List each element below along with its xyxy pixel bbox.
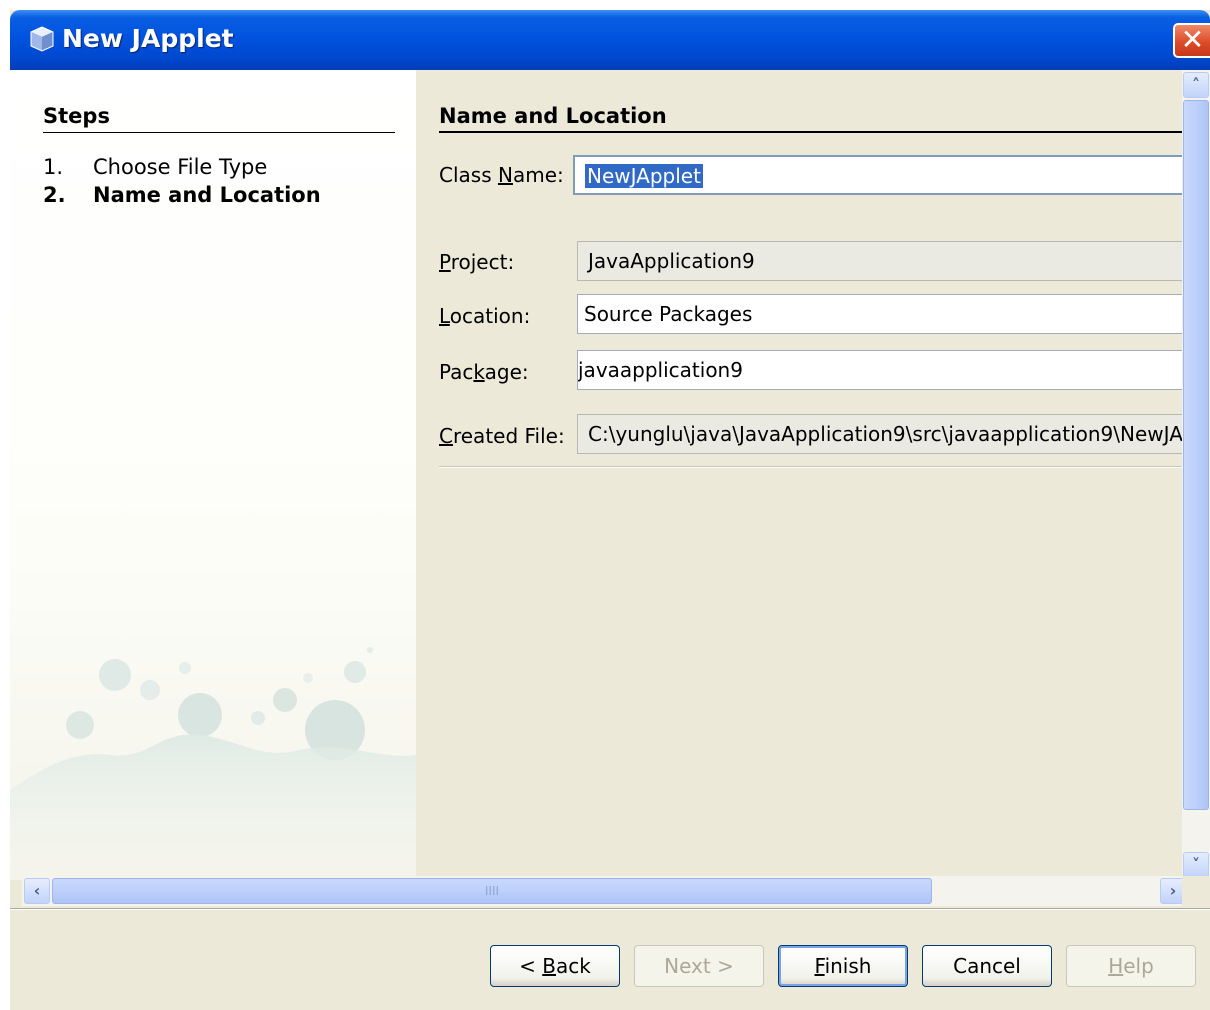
close-icon: ✕: [1180, 23, 1205, 56]
step-label: Name and Location: [93, 183, 321, 207]
class-name-input[interactable]: NewJApplet: [573, 155, 1182, 195]
section-title: Name and Location: [439, 104, 667, 128]
chevron-down-icon: ˅: [1192, 855, 1200, 874]
horizontal-scrollbar[interactable]: ‹ IIII ›: [22, 876, 1186, 906]
steps-panel: Steps 1. Choose File Type 2. Name and Lo…: [10, 70, 416, 880]
steps-divider: [43, 132, 395, 133]
panel-separator: [439, 466, 1182, 468]
project-value: JavaApplication9: [588, 249, 755, 273]
next-button[interactable]: Next >: [634, 945, 764, 987]
cancel-button[interactable]: Cancel: [922, 945, 1052, 987]
package-label: Package:: [439, 360, 529, 384]
button-label: ack: [556, 954, 591, 978]
label-text: ocation:: [449, 304, 531, 328]
created-file-field: C:\yunglu\java\JavaApplication9\src\java…: [577, 414, 1182, 454]
grip-icon: IIII: [484, 884, 500, 898]
new-japplet-dialog: New JApplet ✕ Steps 1. Choose File Type …: [10, 10, 1210, 1010]
vertical-scrollbar[interactable]: ˄ ˅: [1182, 70, 1210, 880]
label-text: roject:: [450, 250, 515, 274]
button-label: Cancel: [953, 954, 1021, 978]
project-label: Project:: [439, 250, 514, 274]
label-text: Pac: [439, 360, 474, 384]
finish-button[interactable]: Finish: [778, 945, 908, 987]
help-button[interactable]: Help: [1066, 945, 1196, 987]
location-combobox[interactable]: Source Packages: [577, 294, 1182, 334]
scroll-left-button[interactable]: ‹: [24, 878, 50, 904]
title-bar: New JApplet ✕: [10, 10, 1210, 70]
button-label: elp: [1123, 954, 1154, 978]
back-button[interactable]: < Back: [490, 945, 620, 987]
step-label: Choose File Type: [93, 155, 268, 179]
package-combobox[interactable]: javaapplication9: [577, 350, 1182, 390]
scroll-up-button[interactable]: ˄: [1183, 72, 1209, 98]
steps-title: Steps: [43, 104, 110, 128]
label-mnemonic: P: [439, 250, 451, 274]
label-mnemonic: L: [439, 304, 450, 328]
button-label: inish: [824, 954, 872, 978]
label-mnemonic: C: [439, 424, 453, 448]
created-file-value: C:\yunglu\java\JavaApplication9\src\java…: [588, 422, 1182, 446]
close-button[interactable]: ✕: [1173, 23, 1210, 58]
decorative-bubbles-image: [10, 647, 416, 880]
label-mnemonic: N: [497, 163, 513, 187]
chevron-right-icon: ›: [1169, 881, 1177, 900]
class-name-value: NewJApplet: [585, 164, 703, 188]
label-text: reated File:: [452, 424, 565, 448]
vertical-scroll-thumb[interactable]: [1183, 100, 1209, 810]
section-divider: [439, 131, 1182, 133]
label-text: age:: [484, 360, 529, 384]
step-number: 2.: [43, 183, 66, 207]
label-mnemonic: k: [473, 360, 485, 384]
netbeans-cube-icon: [30, 26, 54, 52]
button-label: <: [519, 954, 543, 978]
window-title: New JApplet: [62, 24, 234, 53]
button-bar-separator: [10, 908, 1210, 910]
button-mnemonic: B: [542, 954, 556, 978]
package-value: javaapplication9: [578, 358, 743, 382]
label-text: ame:: [512, 163, 564, 187]
horizontal-scroll-thumb[interactable]: IIII: [52, 878, 932, 904]
label-text: Class: [439, 163, 498, 187]
project-field: JavaApplication9: [577, 241, 1182, 281]
scrollbar-corner: [1182, 876, 1210, 906]
created-file-label: Created File:: [439, 424, 565, 448]
location-value: Source Packages: [584, 302, 753, 326]
scroll-down-button[interactable]: ˅: [1183, 852, 1209, 878]
class-name-label: Class Name:: [439, 163, 564, 187]
step-number: 1.: [43, 155, 64, 179]
button-mnemonic: F: [814, 954, 825, 978]
chevron-up-icon: ˄: [1192, 75, 1200, 94]
button-label: Next >: [664, 954, 734, 978]
button-mnemonic: H: [1108, 954, 1124, 978]
name-and-location-panel: Name and Location Class Name: NewJApplet…: [416, 70, 1182, 880]
location-label: Location:: [439, 304, 530, 328]
chevron-left-icon: ‹: [33, 881, 41, 900]
